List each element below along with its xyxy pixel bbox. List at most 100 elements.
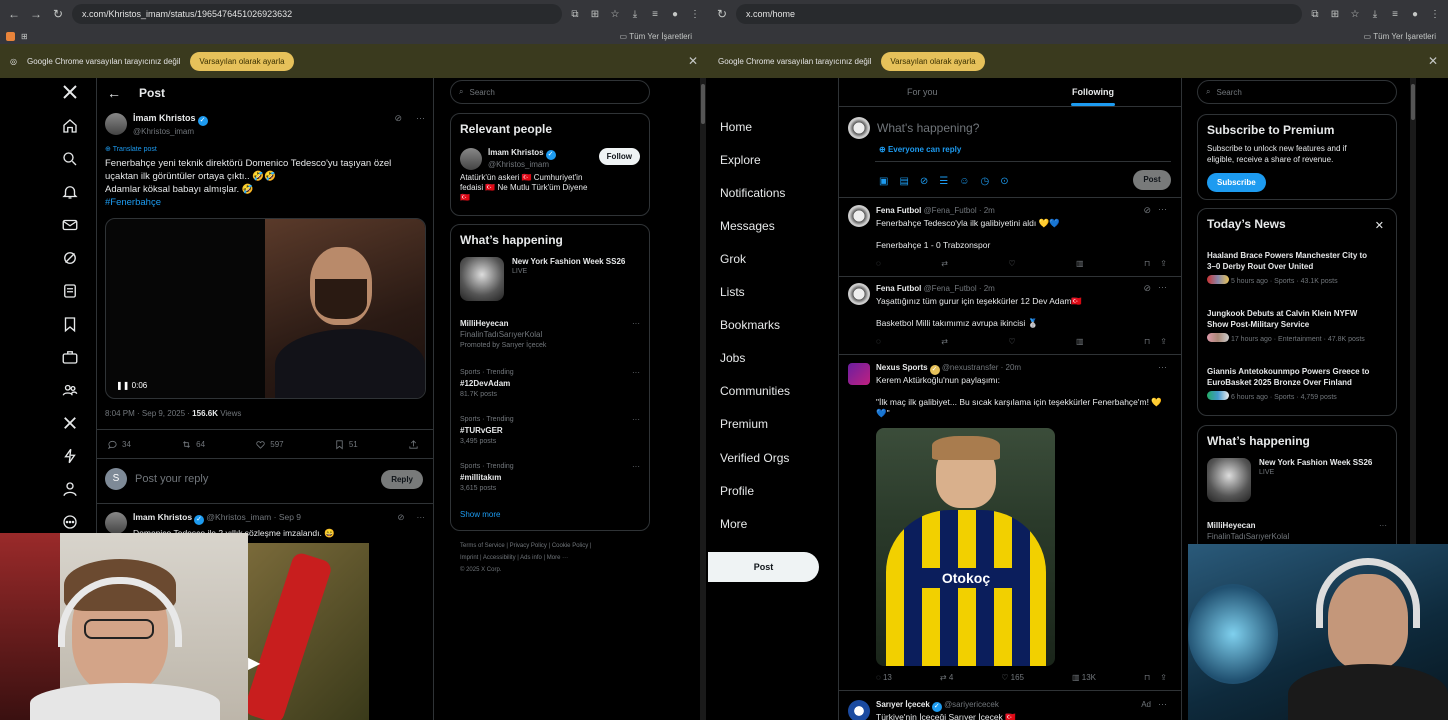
my-avatar[interactable] xyxy=(848,117,870,139)
bookmark-icon[interactable]: ⊓ xyxy=(1144,337,1150,346)
tab-following[interactable]: Following xyxy=(1072,87,1114,97)
back-arrow-icon[interactable]: ← xyxy=(107,85,121,101)
app-icon[interactable] xyxy=(6,31,15,41)
trend-item[interactable]: Sports · Trending #TURvGER 3,495 posts ·… xyxy=(460,414,640,447)
menu-icon[interactable]: ⋮ xyxy=(1428,9,1442,20)
retweet-icon[interactable]: ⇄ xyxy=(941,259,948,268)
promoted-trend[interactable]: MilliHeyecan FinalinTadıSarıyerKolal Pro… xyxy=(460,318,640,351)
translate-icon[interactable]: ⊞ xyxy=(588,9,602,20)
messages-icon[interactable] xyxy=(55,213,85,237)
bookmarks-icon[interactable] xyxy=(55,312,85,336)
x-logo-icon[interactable] xyxy=(55,80,85,104)
search-input[interactable]: ⌕ Search xyxy=(450,80,650,104)
install-icon[interactable]: ⧉ xyxy=(568,9,582,20)
author-name[interactable]: Fena Futbol xyxy=(876,284,921,293)
author-handle[interactable]: @Fena_Futbol · 2m xyxy=(924,284,995,293)
views-icon[interactable]: ▥ xyxy=(1076,337,1084,346)
footer-link[interactable]: Cookie Policy xyxy=(552,543,588,549)
event-item[interactable]: New York Fashion Week SS26 LIVE xyxy=(460,257,640,301)
star-icon[interactable]: ☆ xyxy=(1348,9,1362,20)
grok-icon[interactable] xyxy=(55,246,85,270)
author-name[interactable]: Sarıyer İçecek xyxy=(876,700,930,709)
menu-icon[interactable]: ⋮ xyxy=(688,9,702,20)
feed-tweet-nexus[interactable]: Nexus Sports ✓ @nexustransfer · 20m ··· K… xyxy=(839,355,1181,691)
profile-avatar-icon[interactable]: ● xyxy=(668,9,682,20)
person-handle[interactable]: @Khristos_imam xyxy=(488,160,593,170)
author-name[interactable]: İmam Khristos xyxy=(133,113,196,123)
more-options-icon[interactable]: ··· xyxy=(632,461,640,472)
nav-messages[interactable]: Messages xyxy=(720,219,775,233)
tweet-image[interactable]: Otokoç xyxy=(876,428,1055,666)
search-icon[interactable] xyxy=(55,147,85,171)
everyone-can-reply[interactable]: ⊕ Everyone can reply xyxy=(879,145,961,154)
more-options-icon[interactable]: ··· xyxy=(416,113,425,123)
reply-action[interactable]: ◌ 13 xyxy=(876,673,892,682)
more-options-icon[interactable]: ··· xyxy=(1158,362,1167,372)
person-name[interactable]: İmam Khristos xyxy=(488,148,544,157)
bookmark-action[interactable]: 51 xyxy=(334,439,358,450)
close-icon[interactable]: ✕ xyxy=(1375,219,1384,232)
nav-bookmarks[interactable]: Bookmarks xyxy=(720,318,780,332)
footer-link[interactable]: Accessibility xyxy=(483,555,516,561)
jobs-icon[interactable] xyxy=(55,345,85,369)
footer-link[interactable]: Imprint xyxy=(460,555,478,561)
reply-input[interactable]: Post your reply xyxy=(135,473,373,485)
forward-icon[interactable]: → xyxy=(28,7,44,21)
compose-input[interactable]: What's happening? xyxy=(877,121,979,135)
notifications-icon[interactable] xyxy=(55,180,85,204)
footer-link[interactable]: More ··· xyxy=(547,555,568,561)
retweet-action[interactable]: 64 xyxy=(181,439,205,450)
retweet-action[interactable]: ⇄ 4 xyxy=(940,673,953,682)
like-action[interactable]: 597 xyxy=(255,439,284,450)
profile-avatar-icon[interactable]: ● xyxy=(1408,9,1422,20)
author-name[interactable]: Nexus Sports xyxy=(876,363,928,372)
share-icon[interactable]: ⇪ xyxy=(1160,673,1167,682)
ad-tweet[interactable]: Sarıyer İçecek ✓ @sariyericecek Ad ··· Tü… xyxy=(839,692,1181,720)
premium-x-icon[interactable] xyxy=(55,411,85,435)
star-icon[interactable]: ☆ xyxy=(608,9,622,20)
author-name[interactable]: İmam Khristos xyxy=(133,512,192,522)
close-icon[interactable]: ✕ xyxy=(688,54,698,68)
more-options-icon[interactable]: ··· xyxy=(1379,520,1387,531)
download-icon[interactable]: ⤓ xyxy=(628,9,642,20)
reply-icon[interactable]: ◌ xyxy=(876,337,881,346)
views-icon[interactable]: ▥ xyxy=(1076,259,1084,268)
gif-icon[interactable]: ▤ xyxy=(899,176,908,187)
all-bookmarks-link[interactable]: Tüm Yer İşaretleri xyxy=(629,32,692,41)
reply-action[interactable]: 34 xyxy=(107,439,131,450)
install-icon[interactable]: ⧉ xyxy=(1308,9,1322,20)
follow-button[interactable]: Follow xyxy=(598,148,640,165)
grok-icon[interactable]: ⊘ xyxy=(397,512,404,523)
trend-item[interactable]: Sports · Trending #12DevAdam 81.7K posts… xyxy=(460,367,640,400)
reply-icon[interactable]: ◌ xyxy=(876,259,881,268)
schedule-icon[interactable]: ◷ xyxy=(980,176,989,187)
lists-icon[interactable] xyxy=(55,279,85,303)
video-player[interactable]: ❚❚ 0:06 xyxy=(105,218,426,399)
profile-icon[interactable] xyxy=(55,477,85,501)
footer-link[interactable]: Terms of Service xyxy=(460,543,505,549)
bookmark-icon[interactable]: ⊓ xyxy=(1144,673,1150,682)
translate-icon[interactable]: ⊞ xyxy=(1328,9,1342,20)
more-options-icon[interactable]: ··· xyxy=(632,318,640,329)
nav-more[interactable]: More xyxy=(720,517,747,531)
like-icon[interactable]: ♡ xyxy=(1008,259,1015,268)
nav-jobs[interactable]: Jobs xyxy=(720,351,745,365)
url-field[interactable]: x.com/Khristos_imam/status/1965476451026… xyxy=(72,4,562,24)
location-icon[interactable]: ⊙ xyxy=(1000,176,1008,187)
grok-icon[interactable]: ⊘ xyxy=(1143,283,1151,294)
author-handle[interactable]: @Khristos_imam xyxy=(133,126,208,137)
grok-icon[interactable]: ⊘ xyxy=(920,176,928,187)
bookmark-icon[interactable]: ⊓ xyxy=(1144,259,1150,268)
compose-post-button[interactable]: Post xyxy=(1133,170,1171,190)
author-handle[interactable]: @Khristos_imam · Sep 9 xyxy=(206,512,301,522)
play-icon[interactable]: ▶ xyxy=(248,653,260,673)
avatar[interactable] xyxy=(105,113,127,135)
feed-tweet[interactable]: Fena Futbol @Fena_Futbol · 2m ⊘ ··· Fene… xyxy=(839,199,1181,277)
more-icon[interactable] xyxy=(55,510,85,534)
avatar[interactable] xyxy=(848,205,870,227)
translate-link[interactable]: ⊕ Translate post xyxy=(105,145,425,153)
home-icon[interactable] xyxy=(55,114,85,138)
emoji-icon[interactable]: ☺ xyxy=(959,176,969,187)
show-more-link[interactable]: Show more xyxy=(460,510,500,519)
share-icon[interactable]: ⇪ xyxy=(1160,337,1167,346)
